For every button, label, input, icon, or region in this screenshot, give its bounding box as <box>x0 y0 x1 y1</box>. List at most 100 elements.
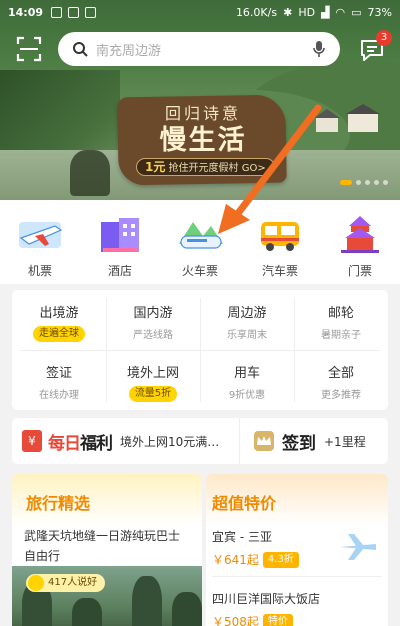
grid-title: 用车 <box>233 366 260 381</box>
grid-subtitle: 在线办理 <box>39 390 79 401</box>
yen-icon: ¥ <box>22 430 42 452</box>
notification-icon <box>85 6 97 18</box>
microphone-icon[interactable] <box>312 40 326 58</box>
daily-prefix: 每日 <box>48 433 81 454</box>
grid-title: 签证 <box>45 366 72 381</box>
grid-item-outbound[interactable]: 出境游 走遍全球 <box>12 290 106 350</box>
bluetooth-icon: ✱ <box>283 5 293 19</box>
deals-title: 超值特价 <box>206 474 388 526</box>
wifi-icon: ◠ <box>335 5 346 19</box>
daily-welfare-title: 每日福利 <box>48 429 113 454</box>
carousel-dot <box>365 180 370 185</box>
houses-decor <box>314 104 380 132</box>
checkin-banner[interactable]: 签到 +1里程 <box>240 429 366 454</box>
category-flight[interactable]: 机票 <box>0 200 80 284</box>
daily-welfare-text: 境外上网10元满… <box>120 434 220 449</box>
divider <box>20 350 380 351</box>
banner-area[interactable]: 回归诗意 慢生活 1元 抢住开元度假村 GO> 14:09 16.0K/s ✱ … <box>0 0 400 200</box>
category-label: 机票 <box>27 264 52 278</box>
bus-icon <box>261 222 299 251</box>
likes-text: 417人说好 <box>48 577 98 588</box>
grid-item-nearby[interactable]: 周边游 乐享周末 <box>200 290 294 350</box>
promo-bar: ¥ 每日福利 境外上网10元满… 签到 +1里程 <box>12 418 388 464</box>
category-bus[interactable]: 汽车票 <box>240 200 320 284</box>
train-icon <box>179 222 223 249</box>
grid-title: 邮轮 <box>327 306 354 321</box>
battery-icon: ▭ <box>351 5 362 19</box>
rock-decor <box>132 576 162 626</box>
grid-title: 出境游 <box>39 306 79 321</box>
hotel-icon <box>101 218 139 252</box>
daily-welfare-banner[interactable]: ¥ 每日福利 境外上网10元满… <box>12 418 240 464</box>
grid-item-wifi[interactable]: 境外上网 流量5折 <box>106 350 200 410</box>
divider <box>212 576 382 577</box>
carousel-dot <box>340 180 352 185</box>
rock-decor <box>72 598 102 626</box>
category-row: 机票 酒店 火车票 汽车票 门票 <box>0 200 400 284</box>
deal-price: ￥641起 <box>212 553 259 567</box>
cta-amount: 1元 <box>145 160 166 174</box>
grid-item-cruise[interactable]: 邮轮 暑期亲子 <box>294 290 388 350</box>
message-badge: 3 <box>376 30 392 46</box>
likes-badge: 417人说好 <box>26 574 106 592</box>
grid-subtitle: 严选线路 <box>133 330 173 341</box>
search-bar[interactable]: 南充周边游 <box>58 32 340 66</box>
grid-item-car[interactable]: 用车 9折优惠 <box>200 350 294 410</box>
carousel-dot <box>383 180 388 185</box>
battery-level: 73% <box>367 5 392 19</box>
temple-ticket-icon <box>341 216 379 253</box>
category-label: 汽车票 <box>261 264 298 278</box>
grid-item-visa[interactable]: 签证 在线办理 <box>12 350 106 410</box>
category-label: 火车票 <box>181 264 218 278</box>
grid-subtitle: 乐享周末 <box>227 330 267 341</box>
category-ticket[interactable]: 门票 <box>320 200 400 284</box>
net-speed: 16.0K/s <box>235 5 278 19</box>
grid-pill: 走遍全球 <box>33 326 85 342</box>
banner-cta-button[interactable]: 1元 抢住开元度假村 GO> <box>136 158 275 176</box>
grid-title: 全部 <box>327 366 354 381</box>
grid-pill: 流量5折 <box>128 386 178 402</box>
message-button[interactable]: 3 <box>358 30 392 64</box>
cta-text: 抢住开元度假村 GO> <box>168 163 266 174</box>
person-figure <box>70 150 110 196</box>
carousel-dots <box>340 180 388 185</box>
rock-decor <box>172 592 202 626</box>
notification-icon <box>51 6 63 18</box>
grid-item-domestic[interactable]: 国内游 严选线路 <box>106 290 200 350</box>
carousel-dot <box>356 180 361 185</box>
grid-title: 国内游 <box>133 306 173 321</box>
status-bar: 14:09 16.0K/s ✱ HD ▟ ◠ ▭ 73% <box>0 0 400 24</box>
notification-icons <box>51 6 97 18</box>
daily-suffix: 福利 <box>80 433 113 454</box>
smile-icon <box>28 575 44 591</box>
deals-card: 超值特价 宜宾 - 三亚 ￥641起 4.3折 四川巨洋国际大饭店 ￥508起 … <box>206 474 388 626</box>
recommend-title: 旅行精选 <box>12 474 202 526</box>
status-time: 14:09 <box>8 5 44 19</box>
notification-icon <box>68 6 80 18</box>
grid-item-all[interactable]: 全部 更多推荐 <box>294 350 388 410</box>
grid-title: 周边游 <box>227 306 267 321</box>
category-label: 门票 <box>347 264 372 278</box>
checkin-title: 签到 <box>282 433 316 454</box>
deal-name: 四川巨洋国际大饭店 <box>212 592 321 606</box>
category-label: 酒店 <box>107 264 132 278</box>
deal-tag: 4.3折 <box>262 551 299 568</box>
banner-line2: 慢生活 <box>159 125 247 156</box>
plane-ticket-icon <box>19 222 63 248</box>
scan-icon[interactable] <box>16 36 42 62</box>
signal-icon: ▟ <box>321 5 330 19</box>
crown-icon <box>254 431 274 451</box>
category-hotel[interactable]: 酒店 <box>80 200 160 284</box>
network-type: HD <box>298 5 316 19</box>
grid-subtitle: 更多推荐 <box>321 390 361 401</box>
deal-item[interactable]: 宜宾 - 三亚 ￥641起 4.3折 <box>212 528 382 568</box>
recommend-card[interactable]: 旅行精选 武隆天坑地缝一日游纯玩巴士自由行 417人说好 <box>12 474 202 626</box>
carousel-dot <box>374 180 379 185</box>
search-placeholder: 南充周边游 <box>96 43 162 59</box>
category-train[interactable]: 火车票 <box>160 200 240 284</box>
grid-subtitle: 9折优惠 <box>228 390 266 401</box>
service-grid: 出境游 走遍全球 国内游 严选线路 周边游 乐享周末 邮轮 暑期亲子 签证 在线… <box>12 290 388 410</box>
grid-title: 境外上网 <box>126 366 179 381</box>
deal-item[interactable]: 四川巨洋国际大饭店 ￥508起 特价 <box>212 590 382 626</box>
deal-price: ￥508起 <box>212 615 259 626</box>
